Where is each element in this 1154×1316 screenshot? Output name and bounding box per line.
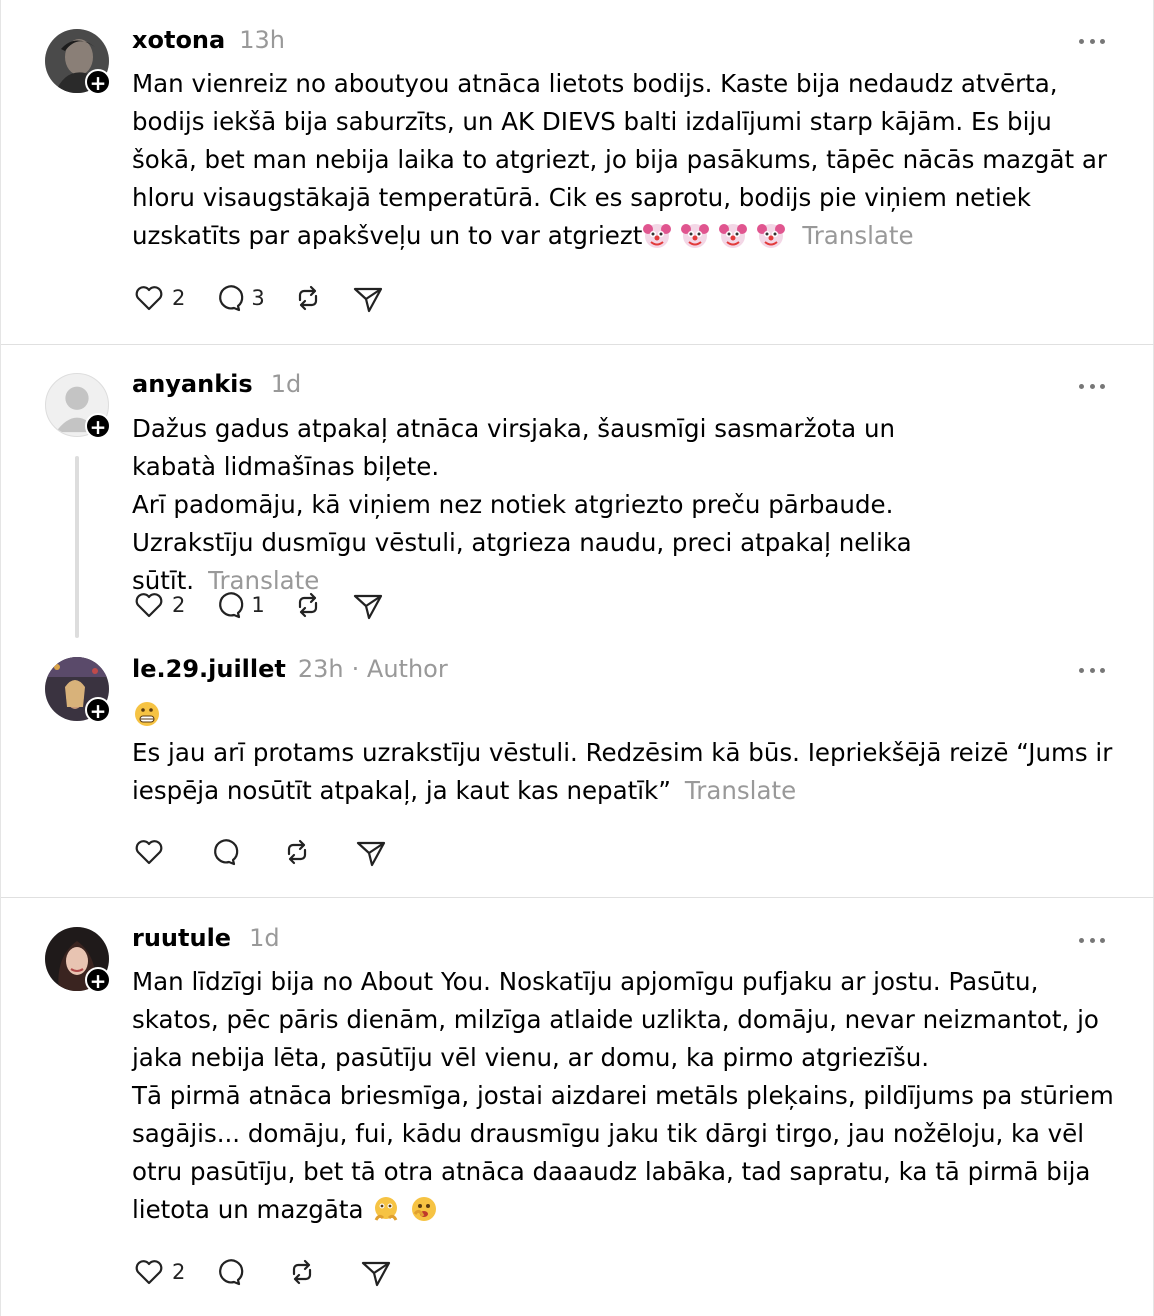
avatar-anyankis[interactable]: +: [45, 373, 111, 439]
send-icon: [353, 287, 382, 313]
post-body: Es jau arī protams uzrakstīju vēstuli. R…: [132, 696, 1122, 810]
thread-line: [75, 456, 79, 638]
like-button[interactable]: 2: [132, 281, 185, 315]
post-actions: 2 3: [132, 283, 411, 313]
more-icon[interactable]: [1079, 665, 1105, 675]
clown-face-emoji: [718, 221, 756, 250]
timestamp[interactable]: 1d: [249, 924, 280, 952]
heart-icon: [135, 286, 163, 311]
translate-link[interactable]: Translate: [802, 221, 913, 250]
more-icon[interactable]: [1079, 935, 1105, 945]
post-header: anyankis 1d: [132, 370, 301, 400]
thread-page: + xotona 13h Man vienreiz no aboutyou at…: [0, 0, 1154, 1316]
translate-link[interactable]: Translate: [685, 776, 796, 805]
grimacing-face-emoji: [132, 700, 170, 729]
post-divider: [1, 344, 1154, 345]
post-header: xotona 13h: [132, 26, 285, 56]
username[interactable]: ruutule: [132, 924, 231, 952]
heart-icon: [135, 840, 163, 865]
comment-icon: [219, 592, 244, 619]
post-actions: 2: [132, 1257, 419, 1287]
like-count: 2: [172, 1260, 186, 1284]
repost-icon: [293, 1259, 312, 1285]
face-with-open-eyes-hand-over-mouth-emoji: [409, 1195, 447, 1224]
send-icon: [353, 594, 382, 620]
reply-button[interactable]: [211, 1255, 245, 1289]
post-header: le.29.juillet 23h · Author: [132, 655, 448, 685]
timestamp[interactable]: 23h: [298, 655, 344, 683]
timestamp[interactable]: 1d: [271, 370, 302, 398]
post-body: Man līdzīgi bija no About You. Noskatīju…: [132, 963, 1122, 1229]
reply-button[interactable]: 3: [211, 281, 265, 315]
author-badge: · Author: [351, 655, 448, 683]
more-icon[interactable]: [1079, 36, 1105, 46]
like-button[interactable]: 2: [132, 588, 185, 622]
follow-plus-icon[interactable]: +: [85, 413, 111, 439]
follow-plus-icon[interactable]: +: [85, 967, 111, 993]
like-button[interactable]: 2: [132, 1255, 185, 1289]
repost-icon: [298, 592, 317, 618]
avatar-ruutule[interactable]: +: [45, 927, 111, 993]
follow-plus-icon[interactable]: +: [85, 69, 111, 95]
send-icon: [362, 1261, 391, 1287]
clown-face-emoji: [642, 221, 680, 250]
post-actions: [132, 837, 414, 867]
comment-icon: [219, 285, 244, 312]
comment-icon: [219, 1259, 244, 1286]
post-text: Man līdzīgi bija no About You. Noskatīju…: [132, 967, 1114, 1224]
timestamp[interactable]: 13h: [239, 26, 285, 54]
heart-icon: [135, 593, 163, 618]
repost-icon: [298, 285, 317, 311]
post-text: Man vienreiz no aboutyou atnāca lietots …: [132, 69, 1115, 250]
avatar-xotona[interactable]: +: [45, 29, 111, 95]
post-divider: [1, 897, 1154, 898]
like-count: 2: [172, 593, 186, 617]
post-body: Man vienreiz no aboutyou atnāca lietots …: [132, 65, 1122, 255]
like-button[interactable]: [132, 835, 166, 869]
follow-plus-icon[interactable]: +: [85, 697, 111, 723]
share-button[interactable]: [351, 281, 385, 315]
clown-face-emoji: [680, 221, 718, 250]
share-button[interactable]: [359, 1255, 393, 1289]
send-icon: [356, 841, 386, 867]
reply-count: 3: [251, 286, 265, 310]
reply-button[interactable]: 1: [211, 588, 265, 622]
repost-icon: [287, 839, 307, 865]
post-header: ruutule 1d: [132, 924, 280, 954]
post-text: Es jau arī protams uzrakstīju vēstuli. R…: [132, 738, 1121, 805]
reply-button[interactable]: [206, 835, 240, 869]
repost-button[interactable]: [291, 588, 325, 622]
reply-count: 1: [251, 593, 265, 617]
post-body: Dažus gadus atpakaļ atnāca virsjaka, šau…: [132, 410, 952, 600]
share-button[interactable]: [354, 835, 388, 869]
username[interactable]: anyankis: [132, 370, 253, 398]
heart-icon: [135, 1260, 163, 1285]
share-button[interactable]: [351, 588, 385, 622]
clown-face-emoji: [756, 221, 794, 250]
repost-button[interactable]: [291, 281, 325, 315]
avatar-le29juillet[interactable]: +: [45, 657, 111, 723]
like-count: 2: [172, 286, 186, 310]
post-actions: 2 1: [132, 590, 411, 620]
more-icon[interactable]: [1079, 381, 1105, 391]
username[interactable]: le.29.juillet: [132, 655, 286, 683]
comment-icon: [214, 839, 239, 866]
repost-button[interactable]: [285, 1255, 319, 1289]
username[interactable]: xotona: [132, 26, 225, 54]
face-holding-back-tears-emoji: [371, 1195, 409, 1224]
repost-button[interactable]: [280, 835, 314, 869]
